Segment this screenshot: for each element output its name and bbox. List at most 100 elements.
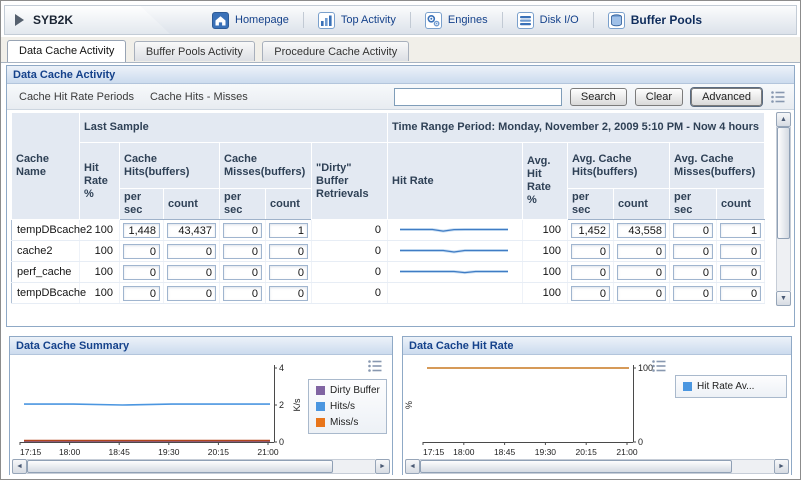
- sub-col-count[interactable]: count: [266, 189, 312, 220]
- chart-options-icon[interactable]: [651, 359, 667, 373]
- scrollbar-track[interactable]: [420, 459, 774, 474]
- hit-rate-sparkline: [398, 222, 512, 238]
- dirty-buffer-value: 0: [312, 283, 388, 304]
- hits-per-sec-value: 0: [123, 265, 160, 280]
- panel-title: Data Cache Summary: [16, 340, 129, 352]
- hits-count-value: 0: [167, 286, 216, 301]
- table-vertical-scrollbar[interactable]: ▲ ▼: [776, 112, 791, 306]
- cache-name: tempDBcache2: [12, 220, 80, 241]
- menu-cache-hit-rate-periods[interactable]: Cache Hit Rate Periods: [15, 89, 138, 105]
- avg-hits-count-value: 0: [617, 244, 666, 259]
- tab-buffer-pools-activity[interactable]: Buffer Pools Activity: [134, 41, 255, 61]
- table-row-tempdbcache[interactable]: tempDBcache 100 0 0 0 0 0 100 0 0 0 0: [12, 283, 765, 304]
- scroll-up-button[interactable]: ▲: [776, 112, 791, 127]
- hit-rate-sparkline: [398, 285, 512, 301]
- legend-item: Miss/s: [316, 417, 379, 428]
- sub-col-count[interactable]: count: [614, 189, 670, 220]
- table-row-cache2[interactable]: cache2 100 0 0 0 0 0 100 0 0 0 0: [12, 241, 765, 262]
- nav-engines[interactable]: Engines: [411, 12, 502, 29]
- legend-label: Miss/s: [330, 417, 358, 428]
- scrollbar-track[interactable]: [27, 459, 375, 474]
- clear-button[interactable]: Clear: [635, 88, 683, 106]
- nav-label: Top Activity: [341, 14, 396, 26]
- avg-misses-per-sec-value: 0: [673, 286, 713, 301]
- search-input[interactable]: [394, 88, 562, 106]
- nav-label: Disk I/O: [540, 14, 579, 26]
- scroll-right-button[interactable]: ►: [774, 459, 789, 474]
- panel-header: Data Cache Hit Rate: [403, 337, 791, 355]
- svg-text:20:15: 20:15: [576, 447, 598, 457]
- top-navigation-bar: SYB2K Homepage Top Activity En: [4, 5, 797, 35]
- hit-rate-chart: 0100%17:1518:0018:4519:3020:1521:00: [405, 361, 667, 459]
- time-range-scrollbar[interactable]: ◄ ►: [405, 459, 789, 474]
- avg-misses-per-sec-value: 0: [673, 244, 713, 259]
- advanced-button[interactable]: Advanced: [691, 88, 762, 106]
- svg-text:20:15: 20:15: [208, 447, 230, 457]
- sub-col-count[interactable]: count: [717, 189, 765, 220]
- sub-col-per-sec[interactable]: per sec: [220, 189, 266, 220]
- nav-buffer-pools[interactable]: Buffer Pools: [594, 12, 716, 29]
- tab-data-cache-activity[interactable]: Data Cache Activity: [7, 40, 126, 62]
- scroll-left-button[interactable]: ◄: [405, 459, 420, 474]
- col-hit-rate-pct[interactable]: Hit Rate %: [80, 143, 120, 220]
- avg-hits-per-sec-value: 0: [571, 286, 610, 301]
- nav-homepage[interactable]: Homepage: [198, 12, 303, 29]
- sub-col-per-sec[interactable]: per sec: [120, 189, 164, 220]
- col-hit-rate[interactable]: Hit Rate: [388, 143, 523, 220]
- scrollbar-thumb[interactable]: [420, 460, 732, 473]
- data-cache-summary-panel: Data Cache Summary 024K/s17:1518:0018:45…: [9, 336, 393, 475]
- chart-legend: Hit Rate Av...: [675, 375, 787, 398]
- col-dirty-buffer-retrievals[interactable]: "Dirty" Buffer Retrievals: [312, 143, 388, 220]
- avg-hits-count-value: 0: [617, 286, 666, 301]
- data-cache-table: Cache Name Last Sample Time Range Period…: [11, 112, 765, 304]
- app-title-area: SYB2K: [5, 6, 170, 34]
- sub-col-per-sec[interactable]: per sec: [670, 189, 717, 220]
- sub-col-per-sec[interactable]: per sec: [568, 189, 614, 220]
- gear-icon: [425, 12, 442, 29]
- data-cache-hit-rate-panel: Data Cache Hit Rate 0100%17:1518:0018:45…: [402, 336, 792, 475]
- misses-per-sec-value: 0: [223, 223, 262, 238]
- nav-top-activity[interactable]: Top Activity: [304, 12, 410, 29]
- expander-arrow-icon[interactable]: [15, 14, 24, 26]
- chart-legend: Dirty Buffer Hits/s Miss/s: [308, 379, 387, 434]
- misses-count-value: 0: [269, 286, 308, 301]
- table-options-icon[interactable]: [770, 90, 786, 104]
- legend-label: Dirty Buffer: [330, 385, 380, 396]
- nav-disk-io[interactable]: Disk I/O: [503, 12, 593, 29]
- col-cache-hits[interactable]: Cache Hits(buffers): [120, 143, 220, 189]
- table-row-tempdbcache2[interactable]: tempDBcache2 100 1,448 43,437 0 1 0 100 …: [12, 220, 765, 241]
- col-cache-misses[interactable]: Cache Misses(buffers): [220, 143, 312, 189]
- panel-header: Data Cache Activity: [7, 66, 794, 84]
- time-range-scrollbar[interactable]: ◄ ►: [12, 459, 390, 474]
- misses-count-value: 0: [269, 265, 308, 280]
- col-avg-cache-misses[interactable]: Avg. Cache Misses(buffers): [670, 143, 765, 189]
- chart-options-icon[interactable]: [367, 359, 383, 373]
- nav-label: Buffer Pools: [631, 13, 702, 27]
- legend-swatch: [683, 382, 692, 391]
- table-row-perf-cache[interactable]: perf_cache 100 0 0 0 0 0 100 0 0 0 0: [12, 262, 765, 283]
- scrollbar-track[interactable]: [776, 127, 791, 291]
- scroll-left-button[interactable]: ◄: [12, 459, 27, 474]
- search-button[interactable]: Search: [570, 88, 627, 106]
- col-cache-name[interactable]: Cache Name: [12, 113, 80, 220]
- scroll-right-button[interactable]: ►: [375, 459, 390, 474]
- legend-label: Hit Rate Av...: [697, 381, 754, 392]
- avg-hits-per-sec-value: 0: [571, 244, 610, 259]
- col-avg-cache-hits[interactable]: Avg. Cache Hits(buffers): [568, 143, 670, 189]
- sub-col-count[interactable]: count: [164, 189, 220, 220]
- avg-misses-per-sec-value: 0: [673, 223, 713, 238]
- avg-hits-per-sec-value: 0: [571, 265, 610, 280]
- col-avg-hit-rate-pct[interactable]: Avg. Hit Rate %: [523, 143, 568, 220]
- legend-item: Hits/s: [316, 401, 379, 412]
- svg-text:17:15: 17:15: [423, 447, 445, 457]
- hit-rate-sparkline: [398, 243, 512, 259]
- avg-hit-rate-value: 100: [523, 283, 568, 304]
- group-time-range: Time Range Period: Monday, November 2, 2…: [388, 113, 765, 143]
- scrollbar-thumb[interactable]: [777, 127, 790, 239]
- menu-cache-hits-misses[interactable]: Cache Hits - Misses: [146, 89, 252, 105]
- svg-text:21:00: 21:00: [616, 447, 638, 457]
- tab-procedure-cache-activity[interactable]: Procedure Cache Activity: [262, 41, 409, 61]
- legend-label: Hits/s: [330, 401, 355, 412]
- scroll-down-button[interactable]: ▼: [776, 291, 791, 306]
- scrollbar-thumb[interactable]: [27, 460, 333, 473]
